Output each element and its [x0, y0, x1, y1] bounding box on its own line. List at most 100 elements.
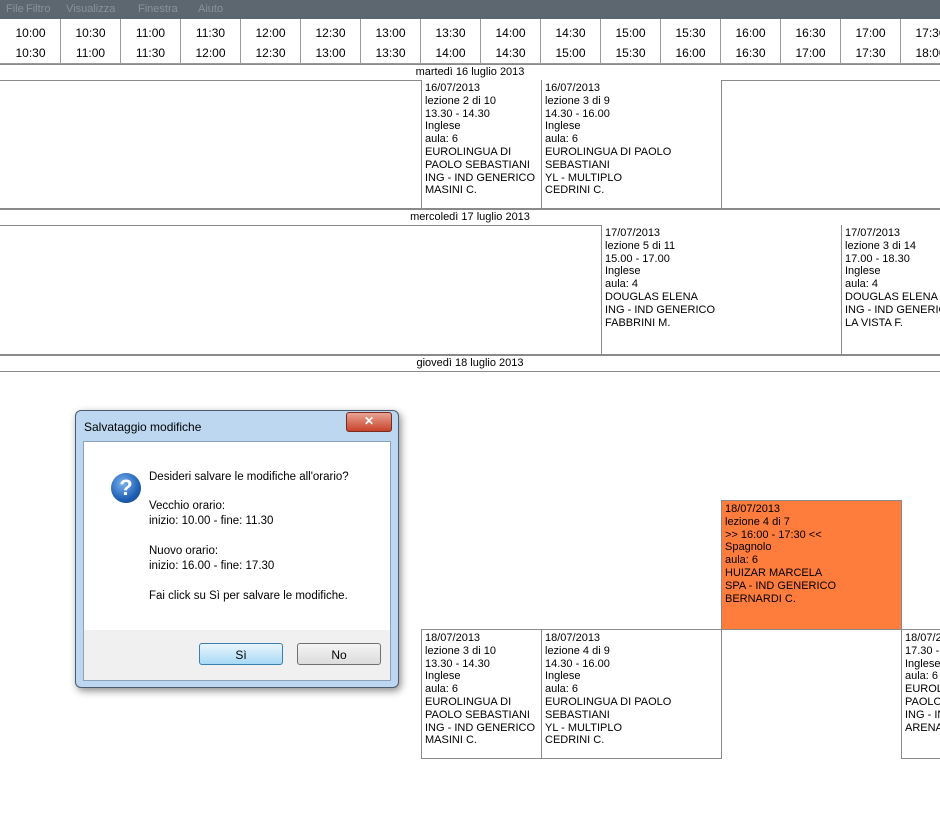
- timeslot-start: 11:00: [135, 26, 166, 40]
- menu-window[interactable]: Finestra: [138, 3, 178, 15]
- lesson-line: Inglese: [545, 120, 581, 133]
- lesson-block-moved[interactable]: 18/07/2013 lezione 4 di 7 >> 16:00 - 17:30…: [721, 500, 902, 630]
- lesson-line: aula: 6: [905, 670, 939, 683]
- lesson-line: PAOLO SEBASTIANI: [425, 708, 530, 721]
- lesson-line: 13.30 - 14.30: [425, 107, 490, 120]
- question-icon: ?: [111, 473, 141, 503]
- lesson-line: HUIZAR MARCELA: [725, 566, 823, 579]
- lesson-line: 15.00 - 17.00: [605, 252, 670, 265]
- lesson-line: DOUGLAS ELENA: [845, 290, 938, 303]
- lesson-block[interactable]: 16/07/2013 lezione 2 di 10 13.30 - 14.30 In…: [421, 80, 542, 209]
- lesson-line: 17.00 - 18.30: [845, 252, 910, 265]
- lesson-line: ING - IND: [905, 708, 940, 721]
- menu-filter[interactable]: Filtro: [26, 3, 50, 15]
- timeslot-end: 15:30: [615, 46, 646, 60]
- day-header-wednesday: mercoledì 17 luglio 2013: [0, 209, 940, 226]
- day-header-thursday: giovedì 18 luglio 2013: [0, 355, 940, 372]
- dialog-body: ? Desideri salvare le modifiche all'orar…: [83, 441, 391, 681]
- lesson-block[interactable]: 16/07/2013 lezione 3 di 9 14.30 - 16.00 Ing…: [541, 80, 722, 209]
- timeslot-header-cell: 15:00 15:30: [601, 19, 661, 63]
- lesson-line: lezione 3 di 14: [845, 239, 916, 252]
- lesson-line: BERNARDI C.: [725, 592, 796, 605]
- new-schedule-label: Nuovo orario:: [149, 545, 219, 557]
- old-schedule-label: Vecchio orario:: [149, 500, 226, 512]
- dialog-title: Salvataggio modifiche: [84, 420, 202, 434]
- lesson-line: aula: 6: [545, 683, 579, 696]
- timeslot-header-cell: 11:30 12:00: [181, 19, 241, 63]
- day-header-tuesday: martedì 16 luglio 2013: [0, 64, 940, 81]
- close-icon[interactable]: ✕: [346, 412, 392, 432]
- lesson-block[interactable]: 17/07/2013 lezione 3 di 14 17.00 - 18.30 In…: [841, 225, 940, 355]
- lesson-line: Inglese: [425, 670, 461, 683]
- timeslot-header-cell: 14:00 14:30: [481, 19, 541, 63]
- timeslot-header-cell: 11:00 11:30: [121, 19, 181, 63]
- lesson-line: Spagnolo: [725, 541, 772, 554]
- no-button[interactable]: No: [297, 643, 381, 665]
- day-row-divider: [721, 629, 902, 630]
- lesson-line: 16/07/2013: [425, 82, 481, 94]
- timeslot-header-cell: 14:30 15:00: [541, 19, 601, 63]
- lesson-line: MASINI C.: [425, 734, 477, 747]
- lesson-line: lezione 4 di 7: [725, 515, 790, 528]
- timeslot-header-cell: 10:00 10:30: [1, 19, 61, 63]
- lesson-line: CEDRINI C.: [545, 734, 605, 747]
- timeslot-header: 10:00 10:30 10:30 11:00 11:00 11:30 11:30 12:00…: [0, 19, 940, 64]
- lesson-line: lezione 4 di 9: [545, 644, 610, 657]
- timeslot-header-cell: 17:30 18:00: [901, 19, 940, 63]
- timeslot-header-cell: 16:00 16:30: [721, 19, 781, 63]
- lesson-line: 16/07/2013: [545, 82, 601, 94]
- timeslot-start: 15:30: [675, 26, 706, 40]
- lesson-line: 13.30 - 14.30: [425, 657, 490, 670]
- timeslot-end: 15:00: [555, 46, 586, 60]
- menu-help[interactable]: Aiuto: [198, 3, 223, 15]
- timeslot-header-cell: 16:30 17:00: [781, 19, 841, 63]
- lesson-line: ING - IND GENERICO: [605, 303, 716, 316]
- timeslot-start: 14:30: [555, 26, 586, 40]
- lesson-block[interactable]: 18/07/201317.30 - 1Ingleseaula: 6EUROLIN…: [901, 629, 940, 759]
- timeslot-header-cell: 10:30 11:00: [61, 19, 121, 63]
- lesson-line: SPA - IND GENERICO: [725, 579, 837, 592]
- timeslot-start: 13:30: [435, 26, 466, 40]
- timeslot-start: 14:00: [495, 26, 526, 40]
- lesson-line: ING - IND GENERICO: [845, 303, 940, 316]
- timeslot-end: 12:00: [195, 46, 226, 60]
- timeslot-start: 16:00: [735, 26, 766, 40]
- new-schedule-value: inizio: 16.00 - fine: 17.30: [149, 560, 275, 572]
- lesson-line: Inglese: [905, 657, 940, 670]
- lesson-line: Inglese: [845, 265, 881, 278]
- lesson-line: YL - MULTIPLO: [545, 171, 623, 184]
- lesson-line: LA VISTA F.: [845, 316, 903, 329]
- timeslot-header-cell: 13:00 13:30: [361, 19, 421, 63]
- timeslot-end: 10:30: [15, 46, 46, 60]
- lesson-line: CEDRINI C.: [545, 184, 605, 197]
- lesson-block[interactable]: 18/07/2013 lezione 3 di 10 13.30 - 14.30 In…: [421, 629, 542, 759]
- lesson-block[interactable]: 17/07/2013 lezione 5 di 11 15.00 - 17.00 In…: [601, 225, 842, 355]
- yes-button[interactable]: Sì: [199, 643, 283, 665]
- lesson-line: 18/07/2013: [425, 632, 481, 644]
- menu-file[interactable]: File: [6, 3, 24, 15]
- timeslot-start: 12:30: [315, 26, 346, 40]
- timeslot-start: 10:00: [15, 26, 46, 40]
- timeslot-end: 11:30: [135, 46, 166, 60]
- lesson-line: FABBRINI M.: [605, 316, 671, 329]
- lesson-line: SEBASTIANI: [545, 158, 610, 171]
- dialog-hint: Fai click su Sì per salvare le modifiche…: [149, 590, 348, 602]
- lesson-line: lezione 3 di 9: [545, 94, 610, 107]
- lesson-line: EUROLINGUA: [905, 683, 940, 696]
- lesson-line: aula: 6: [425, 683, 459, 696]
- lesson-line: ING - IND GENERICO: [425, 171, 536, 184]
- timeslot-end: 14:30: [495, 46, 526, 60]
- menu-view[interactable]: Visualizza: [66, 3, 115, 15]
- save-changes-dialog: Salvataggio modifiche ✕ ? Desideri salva…: [75, 410, 399, 688]
- lesson-line: aula: 4: [845, 278, 879, 291]
- timeslot-start: 10:30: [75, 26, 106, 40]
- lesson-line: MASINI C.: [425, 184, 477, 197]
- lesson-block[interactable]: 18/07/2013 lezione 4 di 9 14.30 - 16.00 Ing…: [541, 629, 722, 759]
- lesson-line: aula: 4: [605, 278, 639, 291]
- timeslot-end: 13:30: [375, 46, 406, 60]
- lesson-line: 14.30 - 16.00: [545, 657, 610, 670]
- timeslot-end: 12:30: [255, 46, 286, 60]
- lesson-line: lezione 5 di 11: [605, 239, 676, 252]
- timeslot-end: 16:00: [675, 46, 706, 60]
- timeslot-start: 12:00: [255, 26, 286, 40]
